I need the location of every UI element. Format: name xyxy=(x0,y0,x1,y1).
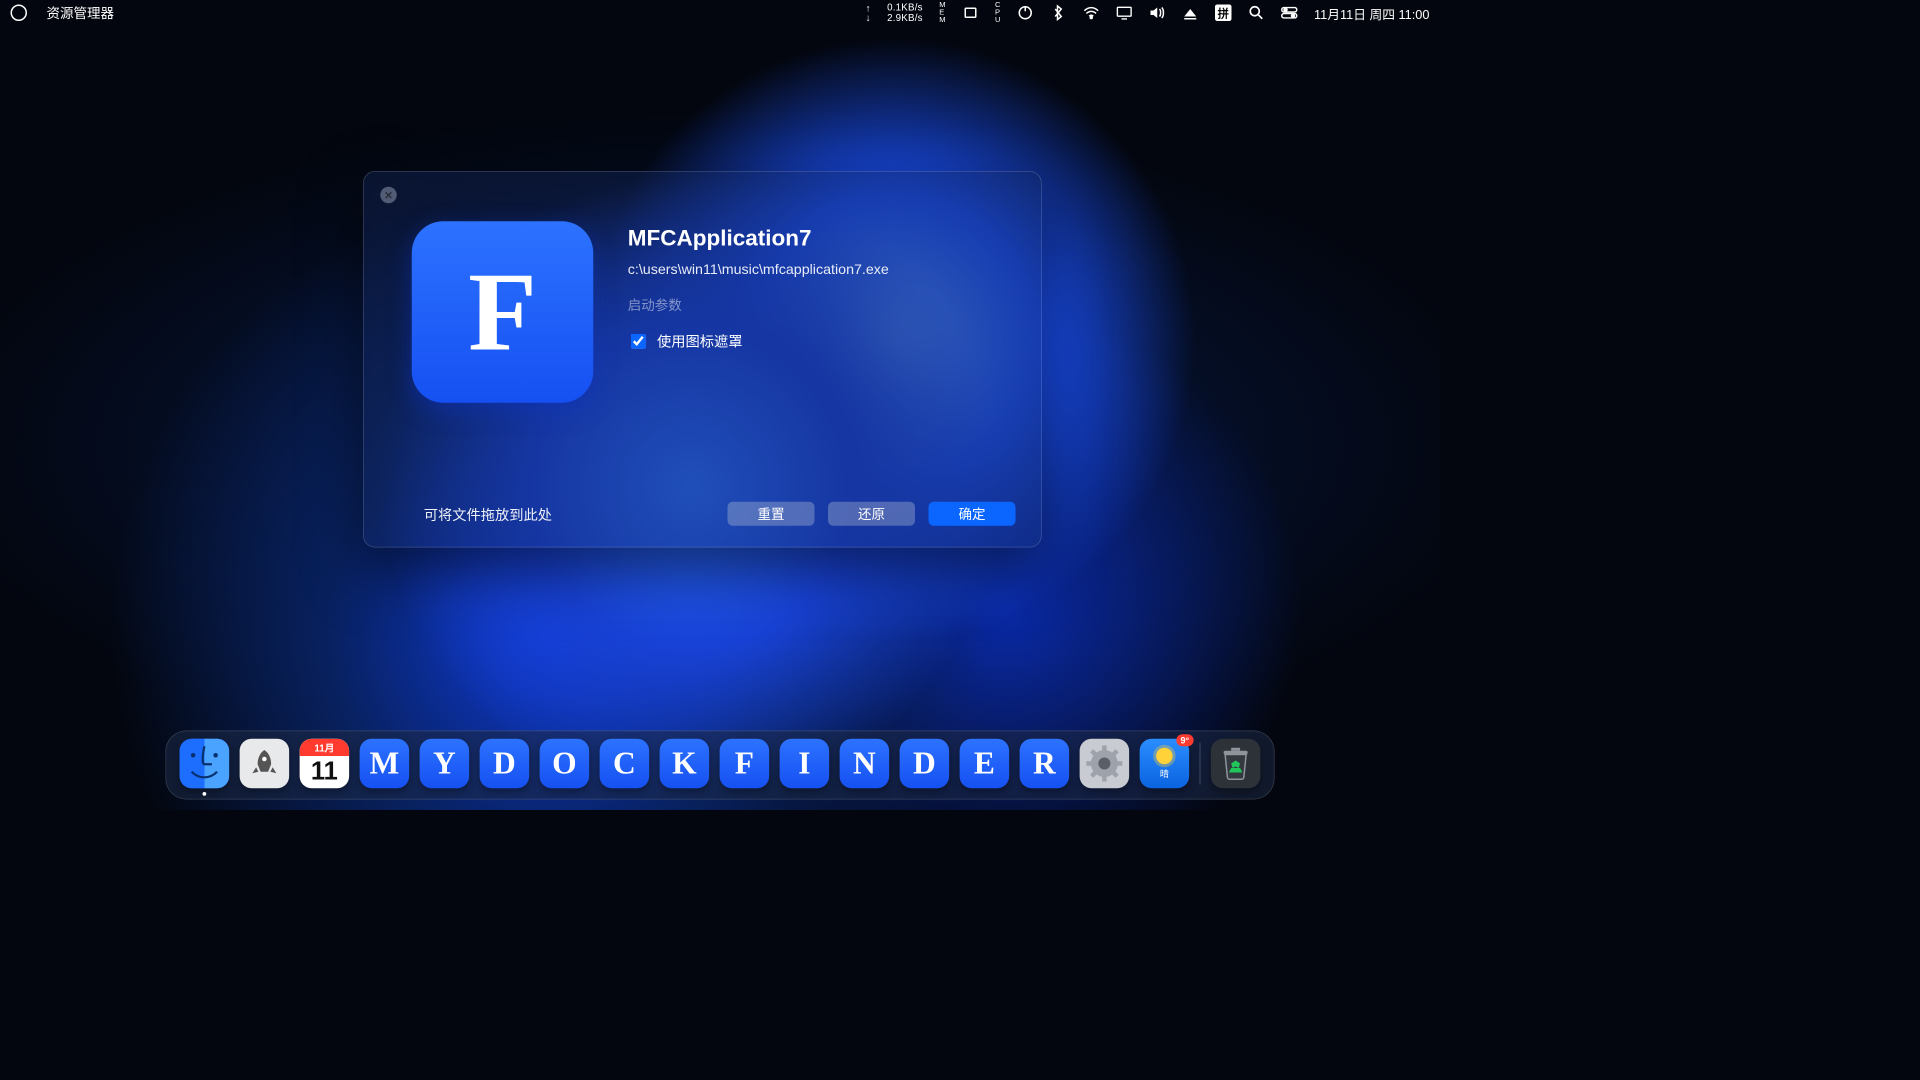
dock-item-letter-m[interactable]: M xyxy=(360,739,410,789)
launch-params-label[interactable]: 启动参数 xyxy=(628,295,1016,315)
close-button[interactable]: ✕ xyxy=(380,187,397,204)
dock-item-letter-d2[interactable]: D xyxy=(900,739,950,789)
dock-item-letter-o[interactable]: O xyxy=(540,739,590,789)
restore-button[interactable]: 还原 xyxy=(828,502,915,526)
mem-label: M E M xyxy=(939,2,945,25)
network-speed[interactable]: 0.1KB/s 2.9KB/s xyxy=(887,3,923,23)
app-icon-letter: F xyxy=(468,256,537,369)
cpu-label: C P U xyxy=(995,2,1000,25)
memory-indicator-icon[interactable] xyxy=(962,5,979,22)
dock-item-letter-e[interactable]: E xyxy=(960,739,1010,789)
search-icon[interactable] xyxy=(1248,5,1265,22)
dock-item-calendar[interactable]: 11月 11 xyxy=(300,739,350,789)
sun-icon xyxy=(1156,747,1173,764)
calendar-month: 11月 xyxy=(300,739,350,756)
dock-item-trash[interactable] xyxy=(1211,739,1261,789)
ime-indicator[interactable]: 拼 xyxy=(1215,5,1232,22)
net-download: 2.9KB/s xyxy=(887,12,923,23)
weather-caption: 晴 xyxy=(1160,767,1169,780)
display-icon[interactable] xyxy=(1116,5,1133,22)
dock-item-launchpad[interactable] xyxy=(240,739,290,789)
app-icon-preview[interactable]: F xyxy=(412,221,594,403)
dock-item-finder[interactable] xyxy=(180,739,230,789)
menu-bar: 资源管理器 ↑↓ 0.1KB/s 2.9KB/s M E M C P U 拼 xyxy=(0,0,1440,26)
weather-badge: 9° xyxy=(1176,734,1194,746)
dock-item-letter-c[interactable]: C xyxy=(600,739,650,789)
dock-item-letter-n[interactable]: N xyxy=(840,739,890,789)
eject-icon[interactable] xyxy=(1182,5,1199,22)
wifi-icon[interactable] xyxy=(1083,5,1100,22)
control-center-icon[interactable] xyxy=(1281,5,1298,22)
active-app-name[interactable]: 资源管理器 xyxy=(47,3,115,23)
dock-item-letter-i[interactable]: I xyxy=(780,739,830,789)
running-indicator-icon xyxy=(203,792,207,796)
bluetooth-icon[interactable] xyxy=(1050,5,1067,22)
dock-item-settings[interactable] xyxy=(1080,739,1130,789)
clock[interactable]: 11月11日 周四 11:00 xyxy=(1314,3,1430,22)
dock-item-letter-r[interactable]: R xyxy=(1020,739,1070,789)
app-path: c:\users\win11\music\mfcapplication7.exe xyxy=(628,262,1016,279)
network-arrows-icon[interactable]: ↑↓ xyxy=(866,3,871,23)
calendar-day: 11 xyxy=(311,756,338,787)
dock-item-letter-f[interactable]: F xyxy=(720,739,770,789)
dock-item-letter-k[interactable]: K xyxy=(660,739,710,789)
dock-item-letter-d[interactable]: D xyxy=(480,739,530,789)
apple-menu-icon[interactable] xyxy=(11,5,28,22)
reset-button[interactable]: 重置 xyxy=(728,502,815,526)
dock-separator xyxy=(1200,743,1201,785)
volume-icon[interactable] xyxy=(1149,5,1166,22)
dock: 11月 11 M Y D O C K F I N D E R 9° 晴 xyxy=(165,731,1274,800)
dock-item-letter-y[interactable]: Y xyxy=(420,739,470,789)
dock-item-weather[interactable]: 9° 晴 xyxy=(1140,739,1190,789)
icon-mask-checkbox-row[interactable]: 使用图标遮罩 xyxy=(628,331,1016,351)
icon-mask-checkbox[interactable] xyxy=(631,333,646,348)
drop-hint: 可将文件拖放到此处 xyxy=(424,504,552,524)
cpu-indicator-icon[interactable] xyxy=(1017,5,1034,22)
app-title: MFCApplication7 xyxy=(628,226,1016,252)
dock-item-properties-dialog: ✕ F MFCApplication7 c:\users\win11\music… xyxy=(363,171,1042,548)
icon-mask-label: 使用图标遮罩 xyxy=(657,331,743,351)
ok-button[interactable]: 确定 xyxy=(929,502,1016,526)
